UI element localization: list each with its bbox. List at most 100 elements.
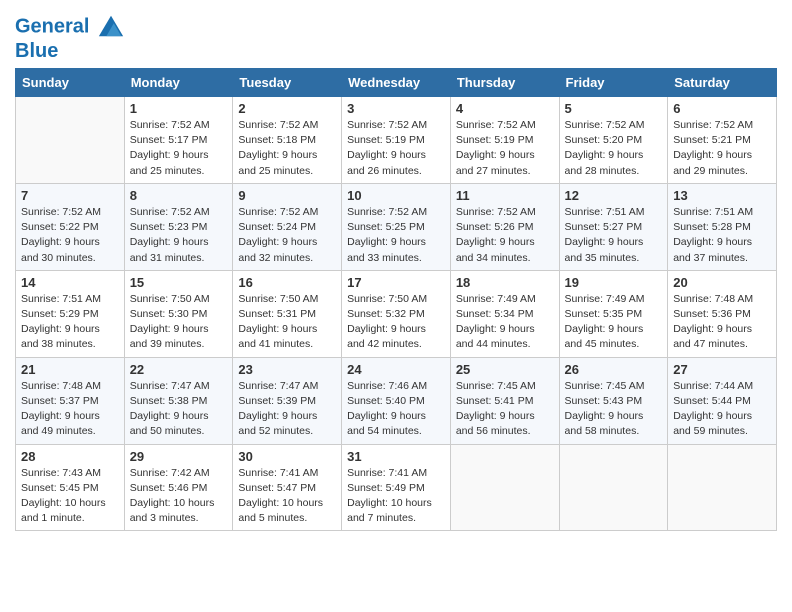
day-number: 3: [347, 101, 445, 116]
sunrise: Sunrise: 7:52 AM: [456, 118, 554, 133]
day-info: Sunrise: 7:51 AM Sunset: 5:29 PM Dayligh…: [21, 292, 119, 353]
daylight: Daylight: 9 hours and 58 minutes.: [565, 409, 663, 439]
sunset: Sunset: 5:22 PM: [21, 220, 119, 235]
daylight: Daylight: 9 hours and 56 minutes.: [456, 409, 554, 439]
weekday-header: Thursday: [450, 69, 559, 97]
sunrise: Sunrise: 7:49 AM: [565, 292, 663, 307]
calendar-day: 3 Sunrise: 7:52 AM Sunset: 5:19 PM Dayli…: [342, 97, 451, 184]
daylight: Daylight: 10 hours and 5 minutes.: [238, 496, 336, 526]
daylight: Daylight: 9 hours and 25 minutes.: [130, 148, 228, 178]
sunrise: Sunrise: 7:44 AM: [673, 379, 771, 394]
day-number: 27: [673, 362, 771, 377]
day-info: Sunrise: 7:44 AM Sunset: 5:44 PM Dayligh…: [673, 379, 771, 440]
calendar-day: 2 Sunrise: 7:52 AM Sunset: 5:18 PM Dayli…: [233, 97, 342, 184]
logo-text: General: [15, 14, 125, 40]
daylight: Daylight: 9 hours and 42 minutes.: [347, 322, 445, 352]
sunrise: Sunrise: 7:41 AM: [347, 466, 445, 481]
calendar-day: 5 Sunrise: 7:52 AM Sunset: 5:20 PM Dayli…: [559, 97, 668, 184]
sunrise: Sunrise: 7:41 AM: [238, 466, 336, 481]
calendar-day: 25 Sunrise: 7:45 AM Sunset: 5:41 PM Dayl…: [450, 357, 559, 444]
daylight: Daylight: 9 hours and 54 minutes.: [347, 409, 445, 439]
calendar-day: 14 Sunrise: 7:51 AM Sunset: 5:29 PM Dayl…: [16, 270, 125, 357]
sunrise: Sunrise: 7:52 AM: [347, 118, 445, 133]
calendar-week-row: 14 Sunrise: 7:51 AM Sunset: 5:29 PM Dayl…: [16, 270, 777, 357]
calendar-day: 20 Sunrise: 7:48 AM Sunset: 5:36 PM Dayl…: [668, 270, 777, 357]
day-info: Sunrise: 7:52 AM Sunset: 5:21 PM Dayligh…: [673, 118, 771, 179]
day-number: 23: [238, 362, 336, 377]
calendar-day: 13 Sunrise: 7:51 AM Sunset: 5:28 PM Dayl…: [668, 183, 777, 270]
sunrise: Sunrise: 7:51 AM: [21, 292, 119, 307]
day-info: Sunrise: 7:52 AM Sunset: 5:22 PM Dayligh…: [21, 205, 119, 266]
daylight: Daylight: 10 hours and 7 minutes.: [347, 496, 445, 526]
sunset: Sunset: 5:18 PM: [238, 133, 336, 148]
sunset: Sunset: 5:47 PM: [238, 481, 336, 496]
sunrise: Sunrise: 7:52 AM: [130, 118, 228, 133]
daylight: Daylight: 9 hours and 32 minutes.: [238, 235, 336, 265]
calendar-day: 17 Sunrise: 7:50 AM Sunset: 5:32 PM Dayl…: [342, 270, 451, 357]
sunset: Sunset: 5:19 PM: [456, 133, 554, 148]
day-number: 29: [130, 449, 228, 464]
calendar-day: 16 Sunrise: 7:50 AM Sunset: 5:31 PM Dayl…: [233, 270, 342, 357]
day-number: 31: [347, 449, 445, 464]
calendar-day: 15 Sunrise: 7:50 AM Sunset: 5:30 PM Dayl…: [124, 270, 233, 357]
calendar-day: [668, 444, 777, 531]
day-number: 24: [347, 362, 445, 377]
sunset: Sunset: 5:19 PM: [347, 133, 445, 148]
sunset: Sunset: 5:38 PM: [130, 394, 228, 409]
sunset: Sunset: 5:43 PM: [565, 394, 663, 409]
day-number: 25: [456, 362, 554, 377]
calendar-day: 19 Sunrise: 7:49 AM Sunset: 5:35 PM Dayl…: [559, 270, 668, 357]
calendar-day: 31 Sunrise: 7:41 AM Sunset: 5:49 PM Dayl…: [342, 444, 451, 531]
day-number: 16: [238, 275, 336, 290]
calendar-day: [450, 444, 559, 531]
daylight: Daylight: 9 hours and 52 minutes.: [238, 409, 336, 439]
weekday-header: Sunday: [16, 69, 125, 97]
day-info: Sunrise: 7:48 AM Sunset: 5:37 PM Dayligh…: [21, 379, 119, 440]
daylight: Daylight: 9 hours and 37 minutes.: [673, 235, 771, 265]
sunrise: Sunrise: 7:48 AM: [673, 292, 771, 307]
calendar-table: SundayMondayTuesdayWednesdayThursdayFrid…: [15, 68, 777, 531]
weekday-header: Wednesday: [342, 69, 451, 97]
sunrise: Sunrise: 7:52 AM: [238, 205, 336, 220]
sunset: Sunset: 5:46 PM: [130, 481, 228, 496]
sunset: Sunset: 5:36 PM: [673, 307, 771, 322]
day-number: 30: [238, 449, 336, 464]
sunset: Sunset: 5:21 PM: [673, 133, 771, 148]
day-number: 22: [130, 362, 228, 377]
weekday-header: Monday: [124, 69, 233, 97]
sunset: Sunset: 5:35 PM: [565, 307, 663, 322]
sunset: Sunset: 5:37 PM: [21, 394, 119, 409]
sunrise: Sunrise: 7:52 AM: [347, 205, 445, 220]
calendar-day: 4 Sunrise: 7:52 AM Sunset: 5:19 PM Dayli…: [450, 97, 559, 184]
logo-text2: Blue: [15, 40, 125, 62]
day-info: Sunrise: 7:49 AM Sunset: 5:34 PM Dayligh…: [456, 292, 554, 353]
day-number: 10: [347, 188, 445, 203]
calendar-week-row: 7 Sunrise: 7:52 AM Sunset: 5:22 PM Dayli…: [16, 183, 777, 270]
day-info: Sunrise: 7:52 AM Sunset: 5:26 PM Dayligh…: [456, 205, 554, 266]
sunset: Sunset: 5:39 PM: [238, 394, 336, 409]
day-number: 8: [130, 188, 228, 203]
sunset: Sunset: 5:27 PM: [565, 220, 663, 235]
calendar-day: 10 Sunrise: 7:52 AM Sunset: 5:25 PM Dayl…: [342, 183, 451, 270]
day-number: 1: [130, 101, 228, 116]
logo: General Blue: [15, 14, 125, 62]
sunrise: Sunrise: 7:50 AM: [238, 292, 336, 307]
day-number: 9: [238, 188, 336, 203]
sunrise: Sunrise: 7:42 AM: [130, 466, 228, 481]
sunset: Sunset: 5:40 PM: [347, 394, 445, 409]
calendar-week-row: 1 Sunrise: 7:52 AM Sunset: 5:17 PM Dayli…: [16, 97, 777, 184]
calendar-day: 8 Sunrise: 7:52 AM Sunset: 5:23 PM Dayli…: [124, 183, 233, 270]
daylight: Daylight: 9 hours and 39 minutes.: [130, 322, 228, 352]
calendar-day: 12 Sunrise: 7:51 AM Sunset: 5:27 PM Dayl…: [559, 183, 668, 270]
daylight: Daylight: 9 hours and 41 minutes.: [238, 322, 336, 352]
sunset: Sunset: 5:34 PM: [456, 307, 554, 322]
sunset: Sunset: 5:28 PM: [673, 220, 771, 235]
sunset: Sunset: 5:17 PM: [130, 133, 228, 148]
day-number: 15: [130, 275, 228, 290]
calendar-day: [559, 444, 668, 531]
calendar-day: 18 Sunrise: 7:49 AM Sunset: 5:34 PM Dayl…: [450, 270, 559, 357]
day-info: Sunrise: 7:41 AM Sunset: 5:49 PM Dayligh…: [347, 466, 445, 527]
day-info: Sunrise: 7:42 AM Sunset: 5:46 PM Dayligh…: [130, 466, 228, 527]
sunset: Sunset: 5:44 PM: [673, 394, 771, 409]
daylight: Daylight: 10 hours and 3 minutes.: [130, 496, 228, 526]
